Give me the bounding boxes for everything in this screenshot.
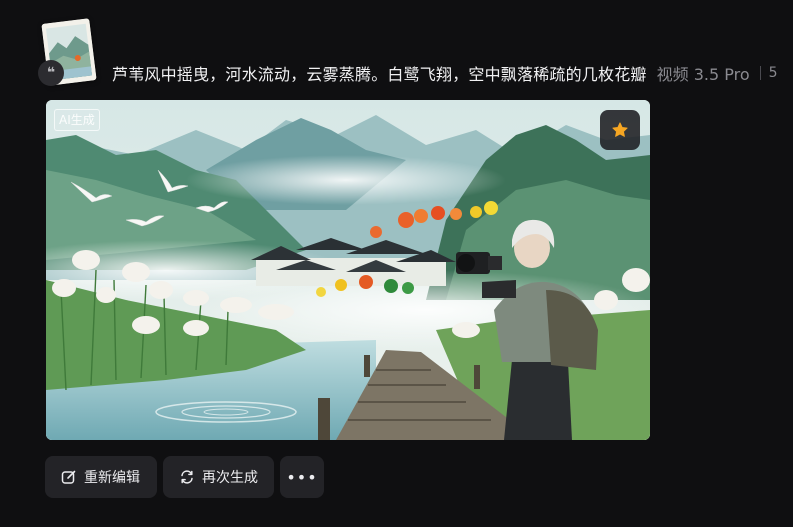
regenerate-label: 再次生成 <box>202 470 258 486</box>
model-tag: 视频 3.5 Pro <box>656 65 750 84</box>
quote-icon[interactable]: ❝ <box>38 60 64 86</box>
meta-overflow: 5 <box>768 65 778 81</box>
refresh-icon <box>181 470 193 484</box>
more-options-icon: ••• <box>286 467 318 487</box>
re-edit-button[interactable]: 重新编辑 <box>45 456 157 498</box>
prompt-text[interactable]: 芦苇风中摇曳，河水流动，云雾蒸腾。白鹭飞翔，空中飘落稀疏的几枚花瓣 <box>112 62 647 84</box>
edit-icon <box>61 470 76 484</box>
landscape-painting <box>46 100 650 440</box>
favorite-button[interactable] <box>600 110 640 150</box>
generated-video-preview[interactable]: AI生成 <box>46 100 650 440</box>
prompt-row: 芦苇风中摇曳，河水流动，云雾蒸腾。白鹭飞翔，空中飘落稀疏的几枚花瓣 视频 3.5… <box>112 62 793 84</box>
action-bar: 重新编辑 再次生成 ••• <box>45 456 324 498</box>
meta-divider <box>759 66 761 80</box>
more-options-button[interactable]: ••• <box>280 456 324 498</box>
re-edit-label: 重新编辑 <box>84 470 140 486</box>
generation-card: ❝ 芦苇风中摇曳，河水流动，云雾蒸腾。白鹭飞翔，空中飘落稀疏的几枚花瓣 视频 3… <box>0 0 793 527</box>
ai-generated-badge: AI生成 <box>54 109 100 131</box>
star-icon <box>612 122 628 137</box>
regenerate-button[interactable]: 再次生成 <box>163 456 274 498</box>
